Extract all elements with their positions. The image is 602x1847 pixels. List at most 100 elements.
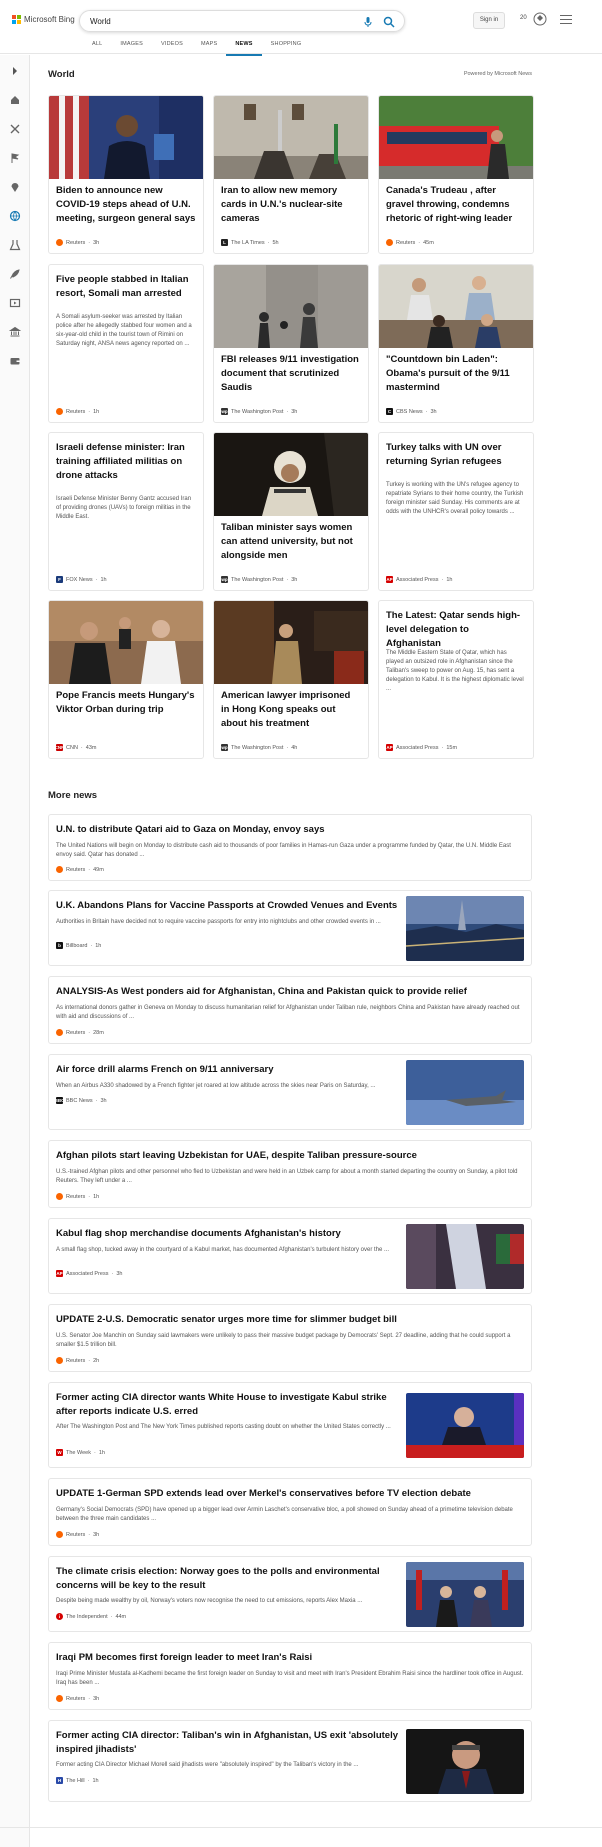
search-input[interactable] bbox=[90, 15, 350, 28]
news-title[interactable]: Biden to announce new COVID-19 steps ahe… bbox=[56, 184, 196, 226]
reuters-icon bbox=[386, 239, 393, 246]
rewards-icon[interactable] bbox=[533, 12, 547, 26]
news-source: C CBS News · 3h bbox=[386, 408, 437, 415]
news-list-item[interactable]: UPDATE 2-U.S. Democratic senator urges m… bbox=[48, 1304, 532, 1372]
news-list-item[interactable]: Kabul flag shop merchandise documents Af… bbox=[48, 1218, 532, 1294]
source-name: FOX News bbox=[66, 576, 93, 583]
news-title[interactable]: Canada's Trudeau , after gravel throwing… bbox=[386, 184, 526, 226]
news-title[interactable]: Former acting CIA director wants White H… bbox=[56, 1391, 398, 1419]
rocket-icon[interactable] bbox=[9, 268, 21, 280]
reuters-icon bbox=[56, 1695, 63, 1702]
separator: · bbox=[95, 1097, 98, 1104]
news-card[interactable]: Turkey talks with UN over returning Syri… bbox=[378, 432, 534, 591]
news-card[interactable]: Biden to announce new COVID-19 steps ahe… bbox=[48, 95, 204, 254]
source-time: 3h bbox=[93, 1531, 100, 1538]
news-title[interactable]: FBI releases 9/11 investigation document… bbox=[221, 353, 361, 395]
news-title[interactable]: The Latest: Qatar sends high-level deleg… bbox=[386, 609, 526, 651]
news-title[interactable]: Iran to allow new memory cards in U.N.'s… bbox=[221, 184, 361, 226]
science-icon[interactable] bbox=[9, 239, 21, 251]
bbc-news-icon: BBC bbox=[54, 1097, 65, 1104]
location-icon[interactable] bbox=[9, 181, 21, 193]
bing-logo[interactable]: Microsoft Bing bbox=[12, 15, 75, 24]
news-title[interactable]: Former acting CIA director: Taliban's wi… bbox=[56, 1729, 398, 1757]
news-list-item[interactable]: U.K. Abandons Plans for Vaccine Passport… bbox=[48, 890, 532, 966]
search-icon[interactable] bbox=[383, 16, 395, 28]
news-list-item[interactable]: ANALYSIS-As West ponders aid for Afghani… bbox=[48, 976, 532, 1044]
news-card[interactable]: Canada's Trudeau , after gravel throwing… bbox=[378, 95, 534, 254]
tab-shopping[interactable]: SHOPPING bbox=[262, 37, 311, 56]
news-list-item[interactable]: The climate crisis election: Norway goes… bbox=[48, 1556, 532, 1632]
news-description: Iraqi Prime Minister Mustafa al-Kadhemi … bbox=[56, 1671, 524, 1686]
news-description: After The Washington Post and The New Yo… bbox=[56, 1424, 391, 1430]
news-list-item[interactable]: U.N. to distribute Qatari aid to Gaza on… bbox=[48, 814, 532, 881]
tab-maps[interactable]: MAPS bbox=[192, 37, 226, 56]
news-title[interactable]: Israeli defense minister: Iran training … bbox=[56, 441, 196, 483]
section-title-more-news: More news bbox=[48, 790, 98, 801]
washington-post-icon: wp bbox=[221, 408, 228, 415]
separator: · bbox=[286, 576, 289, 583]
separator: · bbox=[88, 1695, 91, 1702]
news-source: F FOX News · 1h bbox=[56, 576, 107, 583]
source-name: CNN bbox=[66, 744, 78, 751]
source-name: BBC News bbox=[66, 1097, 93, 1104]
wallet-icon[interactable] bbox=[9, 355, 21, 367]
washington-post-icon: wp bbox=[221, 576, 228, 583]
news-title[interactable]: Pope Francis meets Hungary's Viktor Orba… bbox=[56, 689, 196, 717]
chevron-right-icon[interactable] bbox=[9, 65, 21, 77]
news-title[interactable]: Kabul flag shop merchandise documents Af… bbox=[56, 1227, 398, 1241]
sports-icon[interactable] bbox=[9, 123, 21, 135]
tab-images[interactable]: IMAGES bbox=[111, 37, 152, 56]
news-list-item[interactable]: Afghan pilots start leaving Uzbekistan f… bbox=[48, 1140, 532, 1208]
news-title[interactable]: American lawyer imprisoned in Hong Kong … bbox=[221, 689, 361, 731]
bank-icon[interactable] bbox=[9, 326, 21, 338]
news-list-item[interactable]: UPDATE 1-German SPD extends lead over Me… bbox=[48, 1478, 532, 1546]
news-title[interactable]: UPDATE 2-U.S. Democratic senator urges m… bbox=[56, 1313, 397, 1327]
source-time: 1h bbox=[93, 408, 100, 415]
tab-all[interactable]: ALL bbox=[83, 37, 111, 56]
news-title[interactable]: UPDATE 1-German SPD extends lead over Me… bbox=[56, 1487, 471, 1501]
news-card[interactable]: The Latest: Qatar sends high-level deleg… bbox=[378, 600, 534, 759]
news-title[interactable]: U.N. to distribute Qatari aid to Gaza on… bbox=[56, 823, 325, 837]
news-card[interactable]: Taliban minister says women can attend u… bbox=[213, 432, 369, 591]
hamburger-menu-icon[interactable] bbox=[560, 15, 572, 25]
news-title[interactable]: Turkey talks with UN over returning Syri… bbox=[386, 441, 526, 469]
news-title[interactable]: ANALYSIS-As West ponders aid for Afghani… bbox=[56, 985, 467, 999]
news-card[interactable]: Five people stabbed in Italian resort, S… bbox=[48, 264, 204, 423]
news-card[interactable]: "Countdown bin Laden": Obama's pursuit o… bbox=[378, 264, 534, 423]
news-list-item[interactable]: Former acting CIA director: Taliban's wi… bbox=[48, 1720, 532, 1802]
home-icon[interactable] bbox=[9, 94, 21, 106]
news-source: Reuters · 3h bbox=[56, 239, 99, 246]
news-thumbnail bbox=[406, 1393, 524, 1458]
news-list-item[interactable]: Air force drill alarms French on 9/11 an… bbox=[48, 1054, 532, 1130]
news-card[interactable]: Pope Francis meets Hungary's Viktor Orba… bbox=[48, 600, 204, 759]
flag-icon[interactable] bbox=[9, 152, 21, 164]
news-title[interactable]: Afghan pilots start leaving Uzbekistan f… bbox=[56, 1149, 417, 1163]
news-title[interactable]: U.K. Abandons Plans for Vaccine Passport… bbox=[56, 899, 398, 913]
news-list-item[interactable]: Former acting CIA director wants White H… bbox=[48, 1382, 532, 1468]
news-title[interactable]: The climate crisis election: Norway goes… bbox=[56, 1565, 398, 1593]
search-box[interactable] bbox=[79, 10, 405, 32]
news-title[interactable]: Five people stabbed in Italian resort, S… bbox=[56, 273, 196, 301]
tab-videos[interactable]: VIDEOS bbox=[152, 37, 192, 56]
source-time: 1h bbox=[100, 576, 107, 583]
news-title[interactable]: Air force drill alarms French on 9/11 an… bbox=[56, 1063, 398, 1077]
news-title[interactable]: Iraqi PM becomes first foreign leader to… bbox=[56, 1651, 312, 1665]
source-time: 3h bbox=[291, 408, 298, 415]
microphone-icon[interactable] bbox=[362, 16, 374, 28]
news-card[interactable]: FBI releases 9/11 investigation document… bbox=[213, 264, 369, 423]
sign-in-button[interactable]: Sign in bbox=[473, 12, 505, 29]
source-time: 45m bbox=[423, 239, 434, 246]
news-title[interactable]: "Countdown bin Laden": Obama's pursuit o… bbox=[386, 353, 526, 395]
microsoft-logo-icon bbox=[12, 15, 21, 24]
news-card[interactable]: American lawyer imprisoned in Hong Kong … bbox=[213, 600, 369, 759]
entertainment-icon[interactable] bbox=[9, 297, 21, 309]
news-image bbox=[214, 601, 368, 684]
news-title[interactable]: Taliban minister says women can attend u… bbox=[221, 521, 361, 563]
globe-icon[interactable] bbox=[9, 210, 21, 222]
news-description: U.S. Senator Joe Manchin on Sunday said … bbox=[56, 1333, 511, 1348]
source-name: Reuters bbox=[66, 1357, 86, 1364]
news-list-item[interactable]: Iraqi PM becomes first foreign leader to… bbox=[48, 1642, 532, 1710]
tab-news[interactable]: NEWS bbox=[226, 37, 262, 56]
news-card[interactable]: Israeli defense minister: Iran training … bbox=[48, 432, 204, 591]
news-card[interactable]: Iran to allow new memory cards in U.N.'s… bbox=[213, 95, 369, 254]
